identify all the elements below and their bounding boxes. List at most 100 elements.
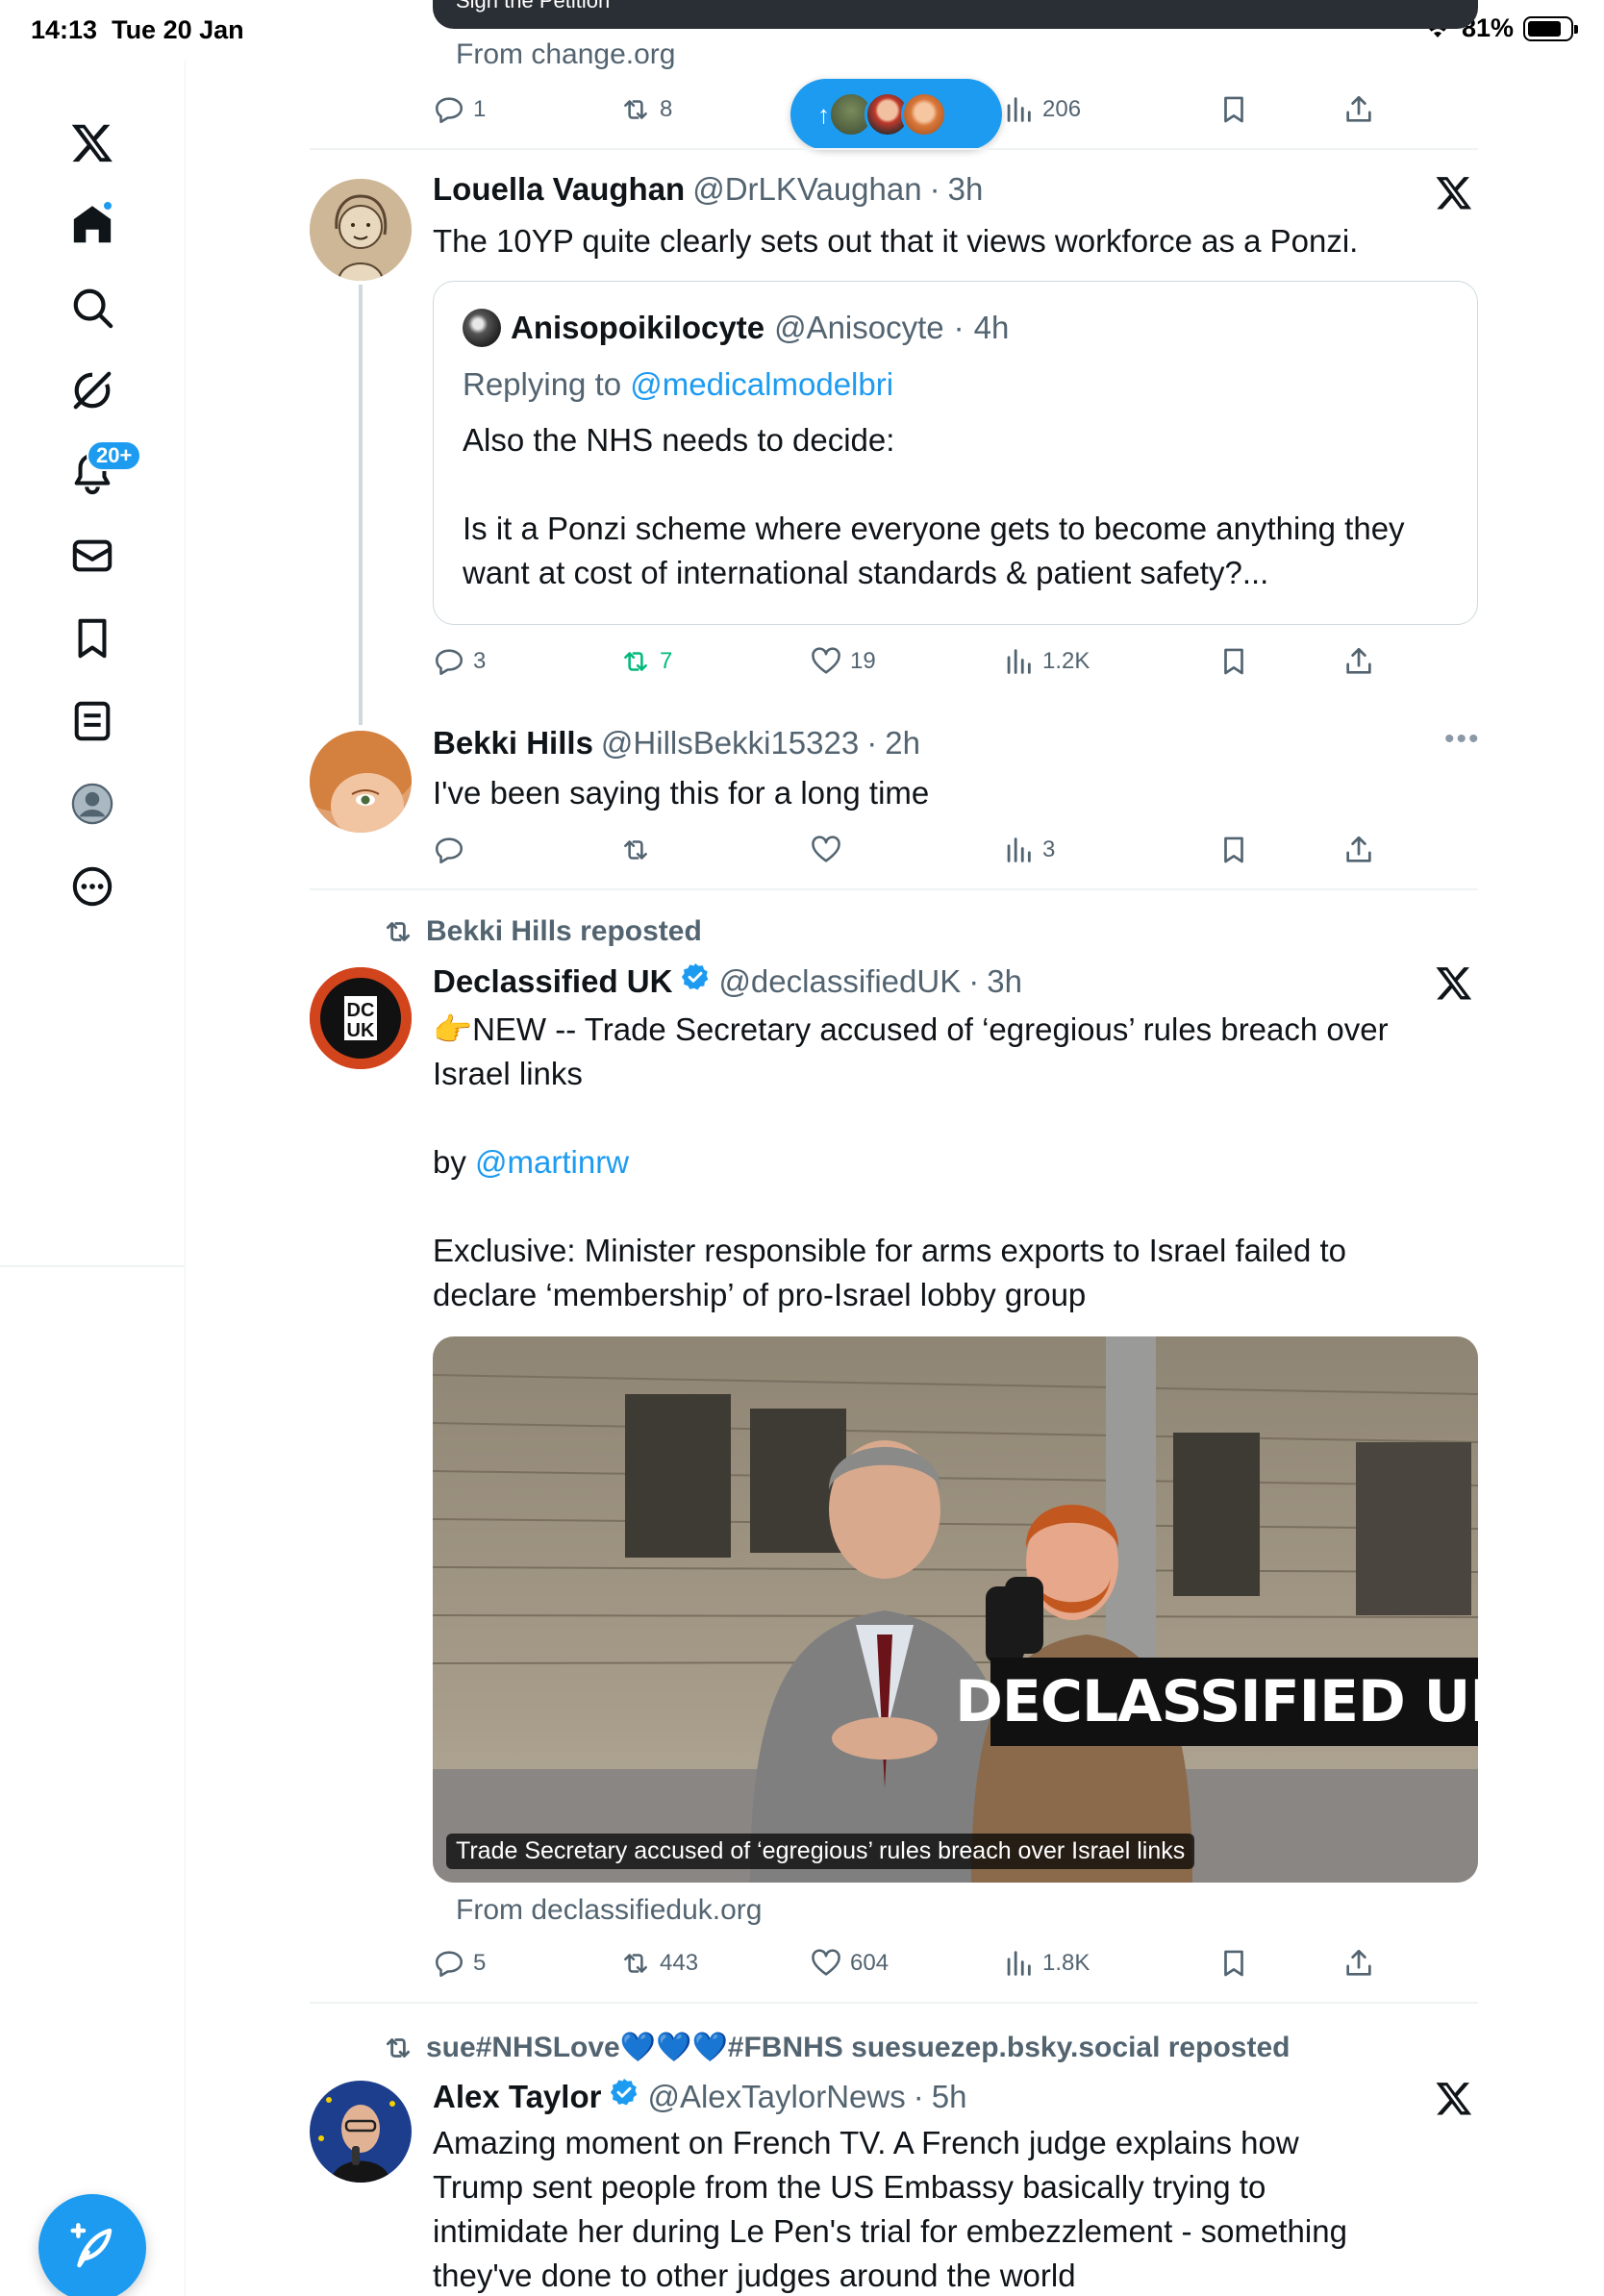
heart-icon: [812, 647, 840, 674]
post-time[interactable]: 3h: [948, 171, 984, 208]
like-button[interactable]: [810, 829, 842, 871]
reply-button[interactable]: 3: [433, 640, 486, 683]
avatar[interactable]: [310, 2081, 412, 2183]
views-count[interactable]: 1.8K: [1002, 1942, 1090, 1984]
sidebar-item-bookmarks[interactable]: [58, 604, 127, 673]
repost-icon: [624, 840, 647, 860]
avatar[interactable]: [310, 179, 412, 281]
sidebar-item-messages[interactable]: [58, 521, 127, 590]
repost-indicator[interactable]: sue#NHSLove💙💙💙#FBNHS suesuezep.bsky.soci…: [382, 2031, 1290, 2064]
petition-button-label: Sign the Petition: [456, 0, 611, 12]
views-icon: [1007, 97, 1031, 122]
repost-button[interactable]: 443: [619, 1942, 698, 1984]
petition-card-image[interactable]: Sign the Petition: [433, 0, 1478, 29]
post-time[interactable]: 3h: [987, 963, 1022, 1000]
sidebar-item-x-logo[interactable]: [58, 108, 127, 177]
list-icon: [74, 701, 111, 741]
post-header: Bekki Hills @HillsBekki15323 · 2h: [433, 725, 920, 761]
repost-button[interactable]: 7: [619, 640, 672, 683]
post-separator: [310, 2002, 1478, 2004]
svg-text:UK: UK: [347, 1020, 375, 1041]
post-time-sep: ·: [968, 963, 980, 999]
reply-button[interactable]: 5: [433, 1942, 486, 1984]
repost-icon: [386, 2037, 411, 2058]
link-card-image[interactable]: Trade Secretary accused of ‘egregious’ r…: [433, 1336, 1478, 1883]
bookmark-button[interactable]: [1217, 88, 1250, 131]
verified-badge-icon: [611, 2079, 638, 2106]
link-source[interactable]: From declassifieduk.org: [456, 1894, 762, 1927]
replying-to: Replying to @medicalmodelbri: [463, 366, 894, 402]
sidebar-item-lists[interactable]: [58, 686, 127, 756]
bookmark-button[interactable]: [1217, 640, 1250, 683]
envelope-icon: [72, 539, 113, 572]
quoted-text-line1: Also the NHS needs to decide:: [463, 422, 895, 458]
like-button[interactable]: 19: [810, 640, 876, 683]
post-actions: 3 7 19 1.2K: [433, 640, 1371, 683]
views-count[interactable]: 1.2K: [1002, 640, 1090, 683]
author-name[interactable]: Louella Vaughan: [433, 171, 685, 208]
reply-button[interactable]: 1: [433, 88, 486, 131]
post-header: Louella Vaughan @DrLKVaughan · 3h: [433, 171, 983, 208]
author-name[interactable]: Bekki Hills: [433, 725, 593, 761]
bookmark-button[interactable]: [1217, 1942, 1250, 1984]
post-header: Alex Taylor @AlexTaylorNews · 5h: [433, 2077, 966, 2115]
share-button[interactable]: [1342, 88, 1375, 131]
repost-indicator[interactable]: Bekki Hills reposted: [382, 915, 702, 948]
like-button[interactable]: 604: [810, 1942, 889, 1984]
thread-line: [359, 285, 363, 725]
author-handle[interactable]: @HillsBekki15323: [601, 725, 859, 761]
mention-link[interactable]: @martinrw: [475, 1144, 629, 1180]
reply-button[interactable]: [433, 829, 465, 871]
avatar: [901, 91, 947, 137]
bookmark-button[interactable]: [1217, 829, 1250, 871]
post-text: I've been saying this for a long time: [433, 775, 930, 811]
sidebar-item-home[interactable]: [58, 190, 127, 260]
post-time[interactable]: 2h: [885, 725, 920, 761]
share-button[interactable]: [1342, 1942, 1375, 1984]
new-posts-pill[interactable]: ↑: [790, 79, 1002, 150]
avatar[interactable]: DC UK: [310, 967, 412, 1069]
post-text: The 10YP quite clearly sets out that it …: [433, 223, 1359, 259]
bookmark-icon: [1224, 96, 1243, 123]
views-count[interactable]: 206: [1002, 88, 1081, 131]
avatar[interactable]: [463, 309, 501, 347]
sidebar-item-explore[interactable]: [58, 273, 127, 342]
status-time: 14:13 Tue 20 Jan: [31, 15, 244, 44]
more-icon: [72, 866, 113, 907]
sidebar-item-notifications[interactable]: 20+: [58, 438, 142, 508]
sidebar-item-profile[interactable]: [58, 769, 127, 838]
reply-icon: [435, 97, 464, 124]
heart-icon: [812, 836, 840, 862]
link-source[interactable]: From change.org: [456, 38, 675, 71]
more-options-button[interactable]: •••: [1444, 723, 1478, 756]
post-time-sep: ·: [953, 310, 965, 345]
compose-button[interactable]: [38, 2194, 146, 2296]
timeline-feed[interactable]: Sign the Petition From change.org 1 8 20…: [310, 0, 1478, 2296]
share-icon: [1346, 647, 1371, 674]
author-handle[interactable]: @declassifiedUK: [718, 963, 961, 1000]
share-button[interactable]: [1342, 829, 1375, 871]
link-card-caption: Trade Secretary accused of ‘egregious’ r…: [446, 1834, 1195, 1869]
avatar[interactable]: [310, 731, 412, 833]
sidebar-item-more[interactable]: [58, 852, 127, 921]
post-time[interactable]: 5h: [932, 2079, 967, 2115]
repost-icon: [624, 1954, 647, 1973]
sidebar-item-grok[interactable]: [58, 356, 127, 425]
post-actions: 3: [433, 829, 1371, 871]
news-photo: [433, 1336, 1478, 1883]
author-handle[interactable]: @AlexTaylorNews: [647, 2079, 905, 2115]
quoted-post[interactable]: Anisopoikilocyte @Anisocyte · 4h Replyin…: [433, 281, 1478, 625]
views-count[interactable]: 3: [1002, 829, 1055, 871]
repost-button[interactable]: 8: [619, 88, 672, 131]
repost-button[interactable]: [619, 829, 652, 871]
views-icon: [1007, 837, 1031, 862]
replying-to-link[interactable]: @medicalmodelbri: [630, 366, 893, 402]
home-unread-dot: [102, 200, 113, 212]
author-name[interactable]: Alex Taylor: [433, 2079, 601, 2115]
author-handle[interactable]: @DrLKVaughan: [692, 171, 921, 208]
share-button[interactable]: [1342, 640, 1375, 683]
x-logo-icon: [1436, 2083, 1472, 2115]
bookmark-icon: [1224, 648, 1243, 675]
quoted-author-handle: @Anisocyte: [774, 310, 944, 345]
author-name[interactable]: Declassified UK: [433, 963, 672, 1000]
